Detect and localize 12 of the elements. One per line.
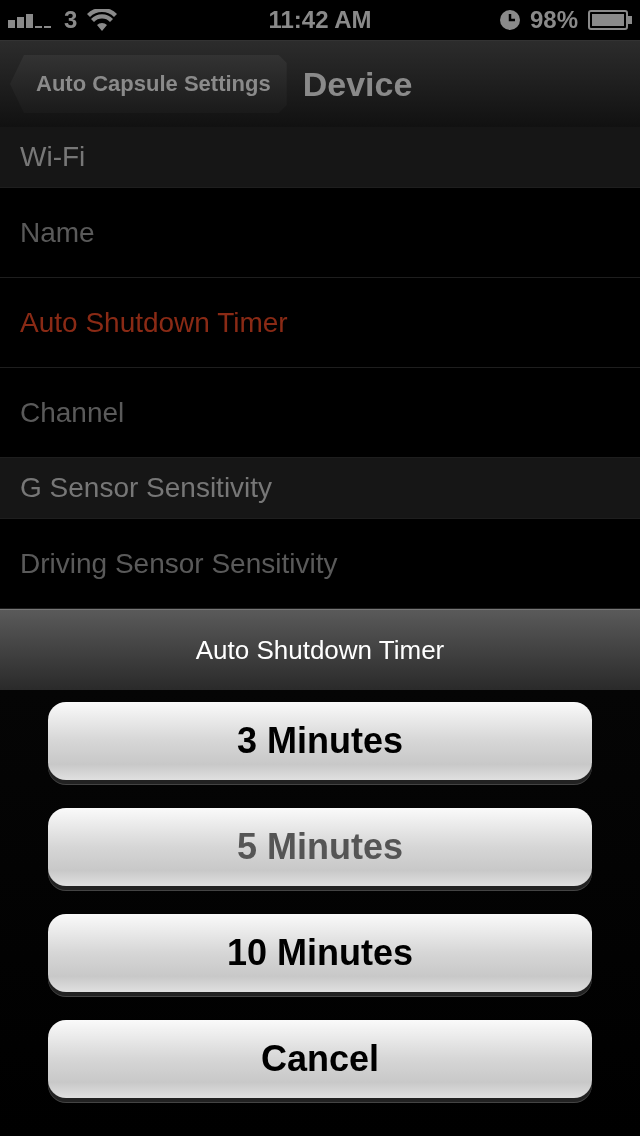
signal-icon	[8, 12, 54, 28]
nav-title: Device	[302, 64, 413, 104]
back-button[interactable]: Auto Capsule Settings	[10, 55, 287, 113]
sheet-title: Auto Shutdown Timer	[195, 633, 445, 667]
status-time: 11:42 AM	[268, 6, 372, 34]
carrier-label: 3	[64, 6, 78, 34]
battery-icon	[588, 10, 632, 30]
battery-percent: 98%	[529, 6, 578, 34]
section-header: G Sensor Sensitivity	[0, 458, 640, 519]
clock-icon	[499, 10, 520, 30]
wifi-icon	[87, 9, 118, 31]
section-header: Wi-Fi	[0, 127, 640, 188]
